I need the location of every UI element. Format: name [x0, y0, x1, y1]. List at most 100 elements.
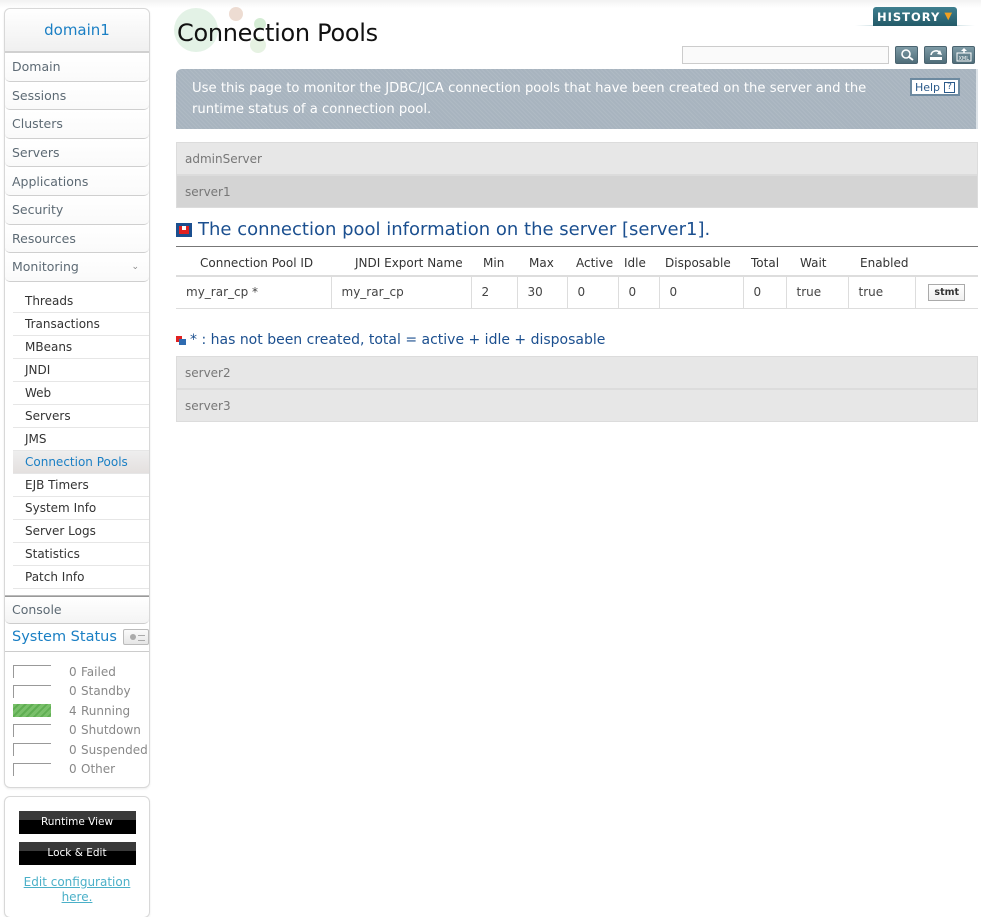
status-count: 0 [69, 742, 77, 757]
section-title-text: The connection pool information on the s… [198, 219, 711, 240]
cell-disposable: 0 [659, 276, 744, 309]
nav-clusters[interactable]: Clusters [5, 110, 149, 139]
status-row-other: 0 Other [13, 759, 149, 779]
help-button[interactable]: Help? [910, 78, 960, 96]
cell-max: 30 [517, 276, 568, 309]
col-total: Total [743, 250, 786, 277]
legend-text: * : has not been created, total = active… [190, 332, 606, 348]
submenu-jms[interactable]: JMS [13, 428, 149, 451]
server-row-server3[interactable]: server3 [176, 389, 978, 422]
system-status-title: System Status [12, 629, 117, 646]
search-button[interactable] [895, 46, 918, 64]
sidebar: domain1 Domain Sessions Clusters Servers… [4, 8, 150, 917]
mode-panel: Runtime View Lock & Edit Edit configurat… [4, 795, 150, 917]
col-disposable: Disposable [659, 250, 743, 277]
section-title: The connection pool information on the s… [176, 219, 710, 240]
submenu-servers[interactable]: Servers [13, 405, 149, 428]
cell-total: 0 [743, 276, 787, 309]
server-row-server2[interactable]: server2 [176, 356, 978, 389]
server-name: adminServer [185, 151, 262, 166]
submenu-transactions[interactable]: Transactions [13, 313, 149, 336]
submenu-ejb-timers[interactable]: EJB Timers [13, 474, 149, 497]
nav-security[interactable]: Security [5, 195, 149, 225]
system-status-list: 0 Failed 0 Standby 4 Running 0 Shutdown 0 Sus… [5, 652, 149, 787]
col-enabled: Enabled [848, 250, 915, 277]
col-idle: Idle [618, 250, 659, 277]
table-row: my_rar_cp * my_rar_cp 2 30 0 0 0 0 true … [176, 276, 978, 309]
refresh-button[interactable] [924, 46, 947, 64]
nav-label: Sessions [12, 87, 67, 103]
refresh-icon [929, 50, 942, 60]
status-bar [13, 665, 51, 678]
status-label: Other [81, 762, 116, 776]
nav-label: Applications [12, 173, 89, 189]
status-bar [13, 684, 51, 698]
xml-export-icon: XML [956, 48, 971, 62]
info-text: Use this page to monitor the JDBC/JCA co… [192, 81, 867, 117]
server-name: server2 [185, 365, 231, 380]
status-bar [13, 723, 51, 737]
server-name: server1 [185, 184, 231, 199]
submenu-threads[interactable]: Threads [13, 290, 149, 313]
question-icon: ? [944, 81, 956, 93]
export-xml-button[interactable]: XML [952, 46, 975, 64]
history-button[interactable]: HISTORY ▼ [873, 7, 957, 26]
status-count: 4 [69, 703, 77, 718]
col-min: Min [471, 250, 517, 277]
submenu-connection-pools[interactable]: Connection Pools [13, 450, 149, 474]
edit-link-line1: Edit configuration [23, 874, 131, 889]
system-status-header: System Status [5, 624, 149, 652]
status-label: Standby [81, 684, 131, 698]
status-bar [13, 704, 51, 717]
domain-title[interactable]: domain1 [5, 9, 149, 53]
page-title: Connection Pools [177, 19, 378, 47]
submenu-system-info[interactable]: System Info [13, 497, 149, 520]
nav-sessions[interactable]: Sessions [5, 81, 149, 111]
chevron-down-icon: ⌄ [131, 262, 139, 273]
edit-configuration-link[interactable]: Edit configuration here. [24, 875, 131, 905]
status-count: 0 [69, 664, 77, 679]
status-label: Suspended [81, 742, 148, 757]
monitoring-submenu: Threads Transactions MBeans JNDI Web Ser… [5, 281, 149, 596]
search-input[interactable] [682, 46, 889, 64]
cell-min: 2 [471, 276, 518, 309]
stmt-button[interactable]: stmt [928, 283, 966, 301]
col-wait: Wait [786, 250, 848, 277]
runtime-view-button[interactable]: Runtime View [18, 810, 136, 834]
submenu-jndi[interactable]: JNDI [13, 359, 149, 382]
cell-idle: 0 [618, 276, 660, 309]
legend-note: * : has not been created, total = active… [176, 332, 605, 348]
connection-pool-table: Connection Pool ID JNDI Export Name Min … [176, 250, 978, 309]
search-icon [900, 49, 914, 61]
submenu-mbeans[interactable]: MBeans [13, 336, 149, 359]
nav-console[interactable]: Console [5, 595, 149, 624]
server-row-server1[interactable]: server1 [176, 175, 978, 208]
nav-monitoring[interactable]: Monitoring ⌄ [5, 253, 149, 282]
cell-active: 0 [567, 276, 619, 309]
lock-edit-button[interactable]: Lock & Edit [18, 841, 136, 865]
status-count: 0 [69, 762, 77, 776]
nav-label: Console [12, 602, 62, 618]
server-row-adminserver[interactable]: adminServer [176, 142, 978, 175]
section-divider [176, 246, 978, 247]
nav-label: Domain [12, 59, 61, 75]
submenu-statistics[interactable]: Statistics [13, 543, 149, 566]
legend-bullet-icon [176, 335, 186, 345]
nav-resources[interactable]: Resources [5, 224, 149, 254]
cell-pool-id: my_rar_cp * [176, 276, 332, 309]
nav-applications[interactable]: Applications [5, 167, 149, 196]
submenu-web[interactable]: Web [13, 382, 149, 405]
server-status-icon[interactable] [122, 629, 149, 646]
status-row-suspended: 0 Suspended [13, 740, 149, 760]
status-row-shutdown: 0 Shutdown [13, 720, 149, 740]
nav-domain[interactable]: Domain [5, 53, 149, 82]
col-active: Active [567, 250, 618, 277]
section-bullet-icon [176, 222, 192, 237]
nav-label: Monitoring [12, 259, 79, 275]
history-label: HISTORY [876, 9, 941, 24]
submenu-server-logs[interactable]: Server Logs [13, 520, 149, 543]
cell-wait: true [786, 276, 849, 309]
submenu-patch-info[interactable]: Patch Info [13, 566, 149, 589]
nav-servers[interactable]: Servers [5, 138, 149, 168]
cell-enabled: true [848, 276, 916, 309]
